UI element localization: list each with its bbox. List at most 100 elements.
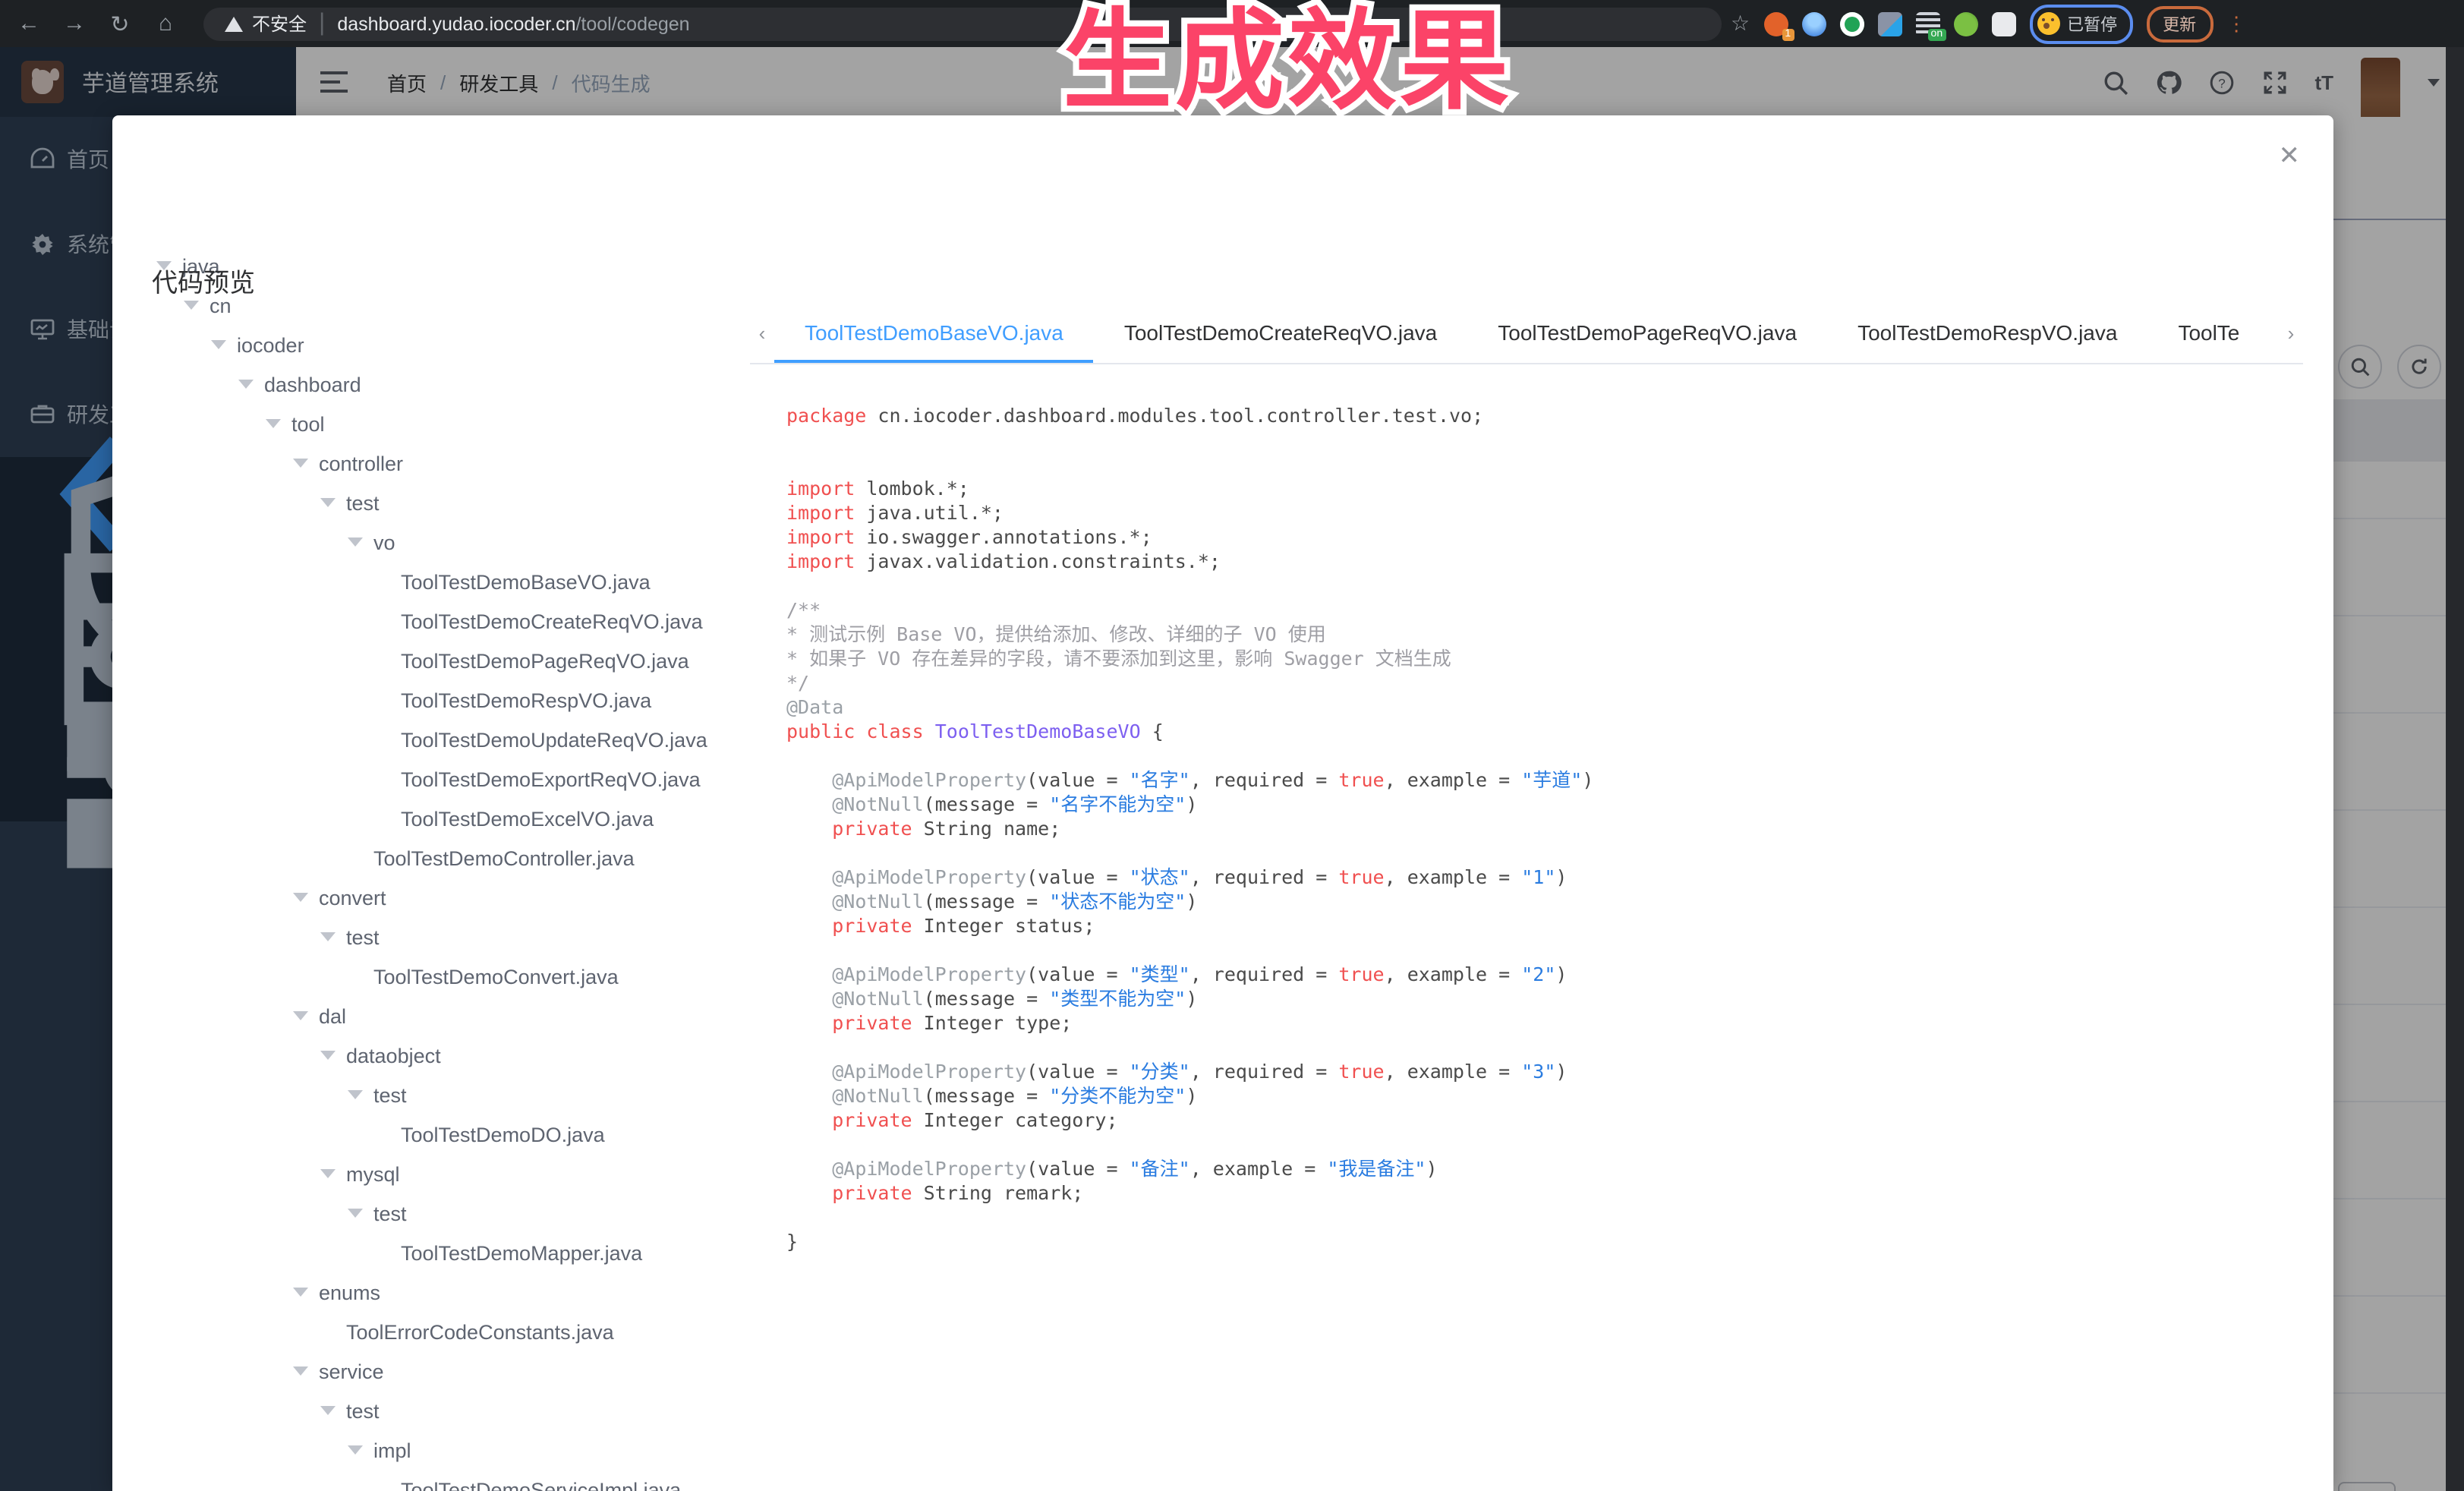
tree-node-folder[interactable]: dataobject [112,1036,750,1075]
code-line: * 如果子 VO 存在差异的字段，请不要添加到这里，影响 Swagger 文档生… [786,647,2333,671]
caret-down-icon[interactable] [310,1406,346,1415]
tree-node-label: ToolTestDemoExcelVO.java [401,807,654,830]
caret-down-icon[interactable] [282,893,319,902]
tree-node-file[interactable]: ToolTestDemoExportReqVO.java [112,759,750,799]
tree-node-file[interactable]: ToolTestDemoBaseVO.java [112,562,750,601]
tree-node-label: controller [319,452,403,474]
tabs-scroll-right-icon[interactable]: › [2279,321,2303,344]
extension-blue-pin-icon[interactable] [1801,11,1826,36]
extensions-puzzle-icon[interactable] [1991,11,2015,36]
code-line: @ApiModelProperty(value = "备注", example … [786,1157,2333,1181]
tree-node-folder[interactable]: test [112,1391,750,1430]
tab-4[interactable]: ToolTe [2147,302,2270,363]
tree-node-folder[interactable]: impl [112,1430,750,1470]
tree-node-file[interactable]: ToolTestDemoPageReqVO.java [112,641,750,680]
code-line: @ApiModelProperty(value = "名字", required… [786,768,2333,793]
tree-node-file[interactable]: ToolTestDemoUpdateReqVO.java [112,720,750,759]
window-scrollbar[interactable] [2446,47,2464,1491]
code-line: private Integer category; [786,1108,2333,1133]
extension-gray-grid-icon[interactable] [1877,11,1902,36]
tree-node-folder[interactable]: test [112,917,750,957]
tree-node-file[interactable]: ToolTestDemoServiceImpl.java [112,1470,750,1491]
browser-profile-chip[interactable]: 已暂停 [2029,4,2132,43]
tree-node-folder[interactable]: test [112,1075,750,1114]
bookmark-star-icon[interactable]: ☆ [1731,11,1750,36]
code-line: import lombok.*; [786,477,2333,501]
tree-node-folder[interactable]: test [112,1193,750,1233]
tree-node-label: test [346,925,380,948]
caret-down-icon[interactable] [310,498,346,507]
tabs-scroll-left-icon[interactable]: ‹ [750,321,774,344]
extension-green-circle-icon[interactable] [1839,11,1864,36]
tree-node-file[interactable]: ToolTestDemoRespVO.java [112,680,750,720]
browser-update-button[interactable]: 更新 [2146,5,2213,42]
tree-node-file[interactable]: ToolTestDemoCreateReqVO.java [112,601,750,641]
tree-node-file[interactable]: ToolTestDemoDO.java [112,1114,750,1154]
tree-node-folder[interactable]: convert [112,878,750,917]
tree-node-label: service [319,1360,384,1382]
tree-node-label: mysql [346,1162,400,1185]
tree-node-folder[interactable]: service [112,1351,750,1391]
tab-0[interactable]: ToolTestDemoBaseVO.java [774,302,1094,363]
caret-down-icon[interactable] [310,1169,346,1178]
caret-down-icon[interactable] [255,419,291,428]
caret-down-icon[interactable] [337,1209,373,1218]
tree-node-file[interactable]: ToolTestDemoMapper.java [112,1233,750,1272]
tree-node-file[interactable]: ToolTestDemoConvert.java [112,957,750,996]
code-line [786,841,2333,865]
tree-node-label: ToolTestDemoServiceImpl.java [401,1478,681,1491]
browser-back-icon[interactable]: ← [12,11,46,36]
tree-node-folder[interactable]: mysql [112,1154,750,1193]
caret-down-icon[interactable] [173,301,210,310]
caret-down-icon[interactable] [282,1011,319,1020]
tree-node-folder[interactable]: tool [112,404,750,443]
tree-node-label: ToolTestDemoConvert.java [373,965,619,988]
browser-home-icon[interactable]: ⌂ [149,11,182,36]
caret-down-icon[interactable] [337,1090,373,1099]
tree-node-folder[interactable]: dashboard [112,364,750,404]
code-line [786,1133,2333,1157]
code-line: @ApiModelProperty(value = "分类", required… [786,1060,2333,1084]
extension-orange-circle-icon[interactable]: 1 [1763,11,1788,36]
tree-node-file[interactable]: ToolTestDemoExcelVO.java [112,799,750,838]
caret-down-icon[interactable] [282,459,319,468]
caret-down-icon[interactable] [282,1288,319,1297]
tab-3[interactable]: ToolTestDemoRespVO.java [1827,302,2147,363]
browser-menu-icon[interactable]: ⋮ [2226,11,2246,36]
caret-down-icon[interactable] [337,537,373,547]
code-viewer[interactable]: package cn.iocoder.dashboard.modules.too… [750,364,2333,1491]
tree-node-folder[interactable]: controller [112,443,750,483]
caret-down-icon[interactable] [310,932,346,941]
tree-node-label: dal [319,1004,346,1027]
screen: ← → ↻ ⌂ 不安全 | dashboard.yudao.iocoder.cn… [0,0,2464,1491]
tree-node-label: test [346,1399,380,1422]
caret-down-icon[interactable] [337,1445,373,1455]
tree-node-folder[interactable]: iocoder [112,325,750,364]
extension-green-sprout-icon[interactable] [1953,11,1977,36]
tree-node-file[interactable]: ToolTestDemoController.java [112,838,750,878]
extension-list-icon[interactable]: on [1915,11,1939,36]
caret-down-icon[interactable] [200,340,237,349]
tree-node-label: test [373,1083,407,1106]
caret-down-icon[interactable] [228,380,264,389]
code-line: private Integer type; [786,1011,2333,1036]
tree-node-folder[interactable]: test [112,483,750,522]
tab-1[interactable]: ToolTestDemoCreateReqVO.java [1094,302,1467,363]
tree-node-folder[interactable]: enums [112,1272,750,1312]
close-icon[interactable]: ✕ [2279,143,2301,169]
code-line: /** [786,598,2333,623]
tree-node-folder[interactable]: dal [112,996,750,1036]
code-line: @NotNull(message = "名字不能为空") [786,793,2333,817]
caret-down-icon[interactable] [282,1366,319,1376]
code-line [786,452,2333,477]
tree-node-file[interactable]: ToolErrorCodeConstants.java [112,1312,750,1351]
tab-2[interactable]: ToolTestDemoPageReqVO.java [1467,302,1827,363]
code-line: @ApiModelProperty(value = "类型", required… [786,963,2333,987]
code-preview-dialog: javacniocoderdashboardtoolcontrollertest… [112,115,2333,1491]
code-line [786,1036,2333,1060]
tree-node-folder[interactable]: vo [112,522,750,562]
browser-forward-icon[interactable]: → [58,11,91,36]
caret-down-icon[interactable] [310,1051,346,1060]
browser-reload-icon[interactable]: ↻ [103,10,137,37]
tree-node-label: impl [373,1439,411,1461]
